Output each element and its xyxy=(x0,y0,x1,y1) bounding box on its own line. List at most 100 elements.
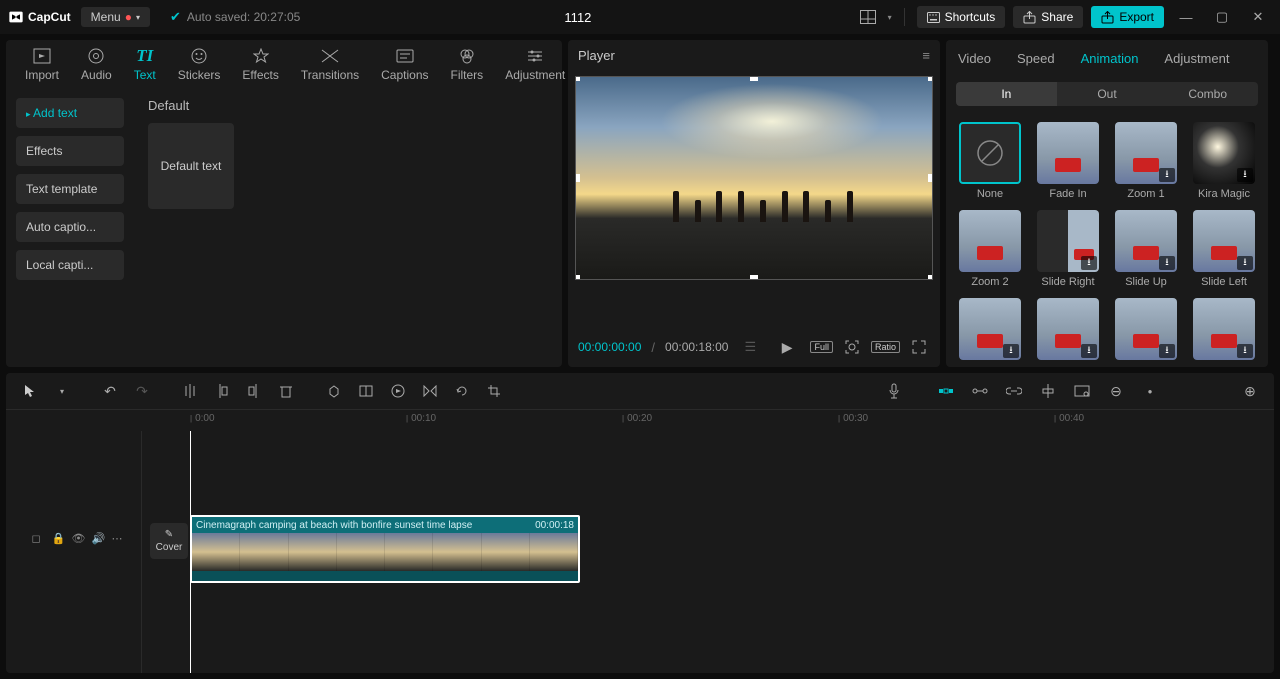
link-icon[interactable] xyxy=(1000,377,1028,405)
undo-button[interactable]: ↶ xyxy=(96,377,124,405)
minimize-button[interactable]: — xyxy=(1172,10,1200,25)
tab-captions[interactable]: Captions xyxy=(370,46,439,82)
full-button[interactable]: Full xyxy=(810,341,833,353)
tab-adjustment[interactable]: Adjustment xyxy=(1160,43,1233,74)
sidebar-item-local-captions[interactable]: Local capti... xyxy=(16,250,124,280)
anim-item-slide-up[interactable]: ⭳Slide Up xyxy=(1112,210,1180,288)
speed-tool[interactable] xyxy=(384,377,412,405)
anim-item-zoom-2[interactable]: Zoom 2 xyxy=(956,210,1024,288)
anim-item-fade-in[interactable]: Fade In xyxy=(1034,122,1102,200)
eye-icon[interactable]: 👁 xyxy=(72,531,86,545)
sidebar-item-add-text[interactable]: Add text xyxy=(16,98,124,128)
tab-video[interactable]: Video xyxy=(954,43,995,74)
anim-thumbnail xyxy=(959,210,1021,272)
audio-icon xyxy=(88,46,104,66)
tab-filters[interactable]: Filters xyxy=(440,46,495,82)
mic-icon[interactable] xyxy=(880,377,908,405)
anim-item-9[interactable]: ⭳ xyxy=(1034,298,1102,364)
autosave-status: ✔ Auto saved: 20:27:05 xyxy=(170,9,300,25)
tab-transitions[interactable]: Transitions xyxy=(290,46,370,82)
app-name: CapCut xyxy=(28,10,71,24)
maximize-button[interactable]: ▢ xyxy=(1208,9,1236,25)
captions-icon xyxy=(396,46,414,66)
tab-effects[interactable]: Effects xyxy=(231,46,289,82)
magnet-on-icon[interactable] xyxy=(932,377,960,405)
mute-icon[interactable]: 🔊 xyxy=(92,531,106,545)
default-text-preset[interactable]: Default text xyxy=(148,123,234,209)
scan-icon[interactable] xyxy=(841,336,863,358)
play-button[interactable]: ▶ xyxy=(776,336,798,358)
tab-adjustment[interactable]: Adjustment xyxy=(494,46,576,82)
delete-tool[interactable] xyxy=(272,377,300,405)
lock-icon[interactable]: 🔒 xyxy=(52,531,66,545)
media-panel: Import Audio TIText Stickers Effects Tra… xyxy=(6,40,562,367)
download-icon: ⭳ xyxy=(1237,168,1253,182)
download-icon: ⭳ xyxy=(1003,344,1019,358)
anim-item-zoom-1[interactable]: ⭳Zoom 1 xyxy=(1112,122,1180,200)
tab-animation[interactable]: Animation xyxy=(1077,43,1143,74)
subtab-combo[interactable]: Combo xyxy=(1157,82,1258,106)
layout-icon[interactable] xyxy=(856,5,880,29)
timeline-ruler[interactable]: 0:0000:1000:2000:3000:40 xyxy=(6,409,1274,431)
trim-left-tool[interactable] xyxy=(208,377,236,405)
export-button[interactable]: Export xyxy=(1091,6,1164,28)
tab-import[interactable]: Import xyxy=(14,46,70,82)
anim-thumbnail xyxy=(1037,122,1099,184)
zoom-in-icon[interactable]: ⊕ xyxy=(1236,377,1264,405)
fullscreen-icon[interactable] xyxy=(908,336,930,358)
shortcuts-button[interactable]: Shortcuts xyxy=(917,6,1006,28)
timeline-tracks[interactable]: Cinemagraph camping at beach with bonfir… xyxy=(142,431,1274,673)
pointer-dropdown[interactable]: ▾ xyxy=(48,377,76,405)
share-button[interactable]: Share xyxy=(1013,6,1083,28)
tab-stickers[interactable]: Stickers xyxy=(167,46,232,82)
crop-tool[interactable] xyxy=(480,377,508,405)
zoom-dot-icon[interactable]: ● xyxy=(1136,377,1164,405)
trim-right-tool[interactable] xyxy=(240,377,268,405)
anim-item-slide-left[interactable]: ⭳Slide Left xyxy=(1190,210,1258,288)
pointer-tool[interactable] xyxy=(16,377,44,405)
anim-item-10[interactable]: ⭳ xyxy=(1112,298,1180,364)
anim-thumbnail xyxy=(959,122,1021,184)
align-icon[interactable] xyxy=(1034,377,1062,405)
list-icon[interactable]: ☰ xyxy=(744,339,756,355)
tab-text[interactable]: TIText xyxy=(123,46,167,82)
mirror-tool[interactable] xyxy=(416,377,444,405)
anim-label: Slide Up xyxy=(1125,276,1167,288)
zoom-out-icon[interactable]: ⊖ xyxy=(1102,377,1130,405)
more-icon[interactable]: ⋯ xyxy=(112,531,126,545)
chevron-down-icon[interactable]: ▾ xyxy=(888,13,892,22)
anim-label: Zoom 1 xyxy=(1127,188,1164,200)
sidebar-item-text-template[interactable]: Text template xyxy=(16,174,124,204)
group-tool[interactable] xyxy=(352,377,380,405)
player-canvas[interactable] xyxy=(575,76,933,280)
anim-item-slide-right[interactable]: ⭳Slide Right xyxy=(1034,210,1102,288)
anim-item-8[interactable]: ⭳ xyxy=(956,298,1024,364)
redo-button[interactable]: ↷ xyxy=(128,377,156,405)
anim-item-kira-magic[interactable]: ⭳ Kira Magic xyxy=(1190,122,1258,200)
anim-item-none[interactable]: None xyxy=(956,122,1024,200)
anim-item-11[interactable]: ⭳ xyxy=(1190,298,1258,364)
preview-icon[interactable] xyxy=(1068,377,1096,405)
marker-tool[interactable] xyxy=(320,377,348,405)
rotate-tool[interactable] xyxy=(448,377,476,405)
anim-label: Kira Magic xyxy=(1198,188,1250,200)
snap-icon[interactable] xyxy=(966,377,994,405)
expand-icon[interactable]: ◻ xyxy=(32,531,46,545)
animation-grid: NoneFade In⭳Zoom 1⭳Kira MagicZoom 2⭳Slid… xyxy=(946,112,1268,367)
ratio-button[interactable]: Ratio xyxy=(871,341,900,353)
ruler-tick: 00:10 xyxy=(406,413,436,424)
download-icon: ⭳ xyxy=(1237,344,1253,358)
split-tool[interactable] xyxy=(176,377,204,405)
tab-speed[interactable]: Speed xyxy=(1013,43,1059,74)
subtab-out[interactable]: Out xyxy=(1057,82,1158,106)
effects-icon xyxy=(253,46,269,66)
tab-audio[interactable]: Audio xyxy=(70,46,123,82)
anim-thumbnail: ⭳ xyxy=(1037,298,1099,360)
video-clip[interactable]: Cinemagraph camping at beach with bonfir… xyxy=(190,515,580,583)
menu-button[interactable]: Menu ● ▾ xyxy=(81,7,150,27)
close-button[interactable]: ✕ xyxy=(1244,9,1272,25)
sidebar-item-auto-captions[interactable]: Auto captio... xyxy=(16,212,124,242)
subtab-in[interactable]: In xyxy=(956,82,1057,106)
sidebar-item-effects[interactable]: Effects xyxy=(16,136,124,166)
player-menu-icon[interactable]: ≡ xyxy=(922,48,930,63)
